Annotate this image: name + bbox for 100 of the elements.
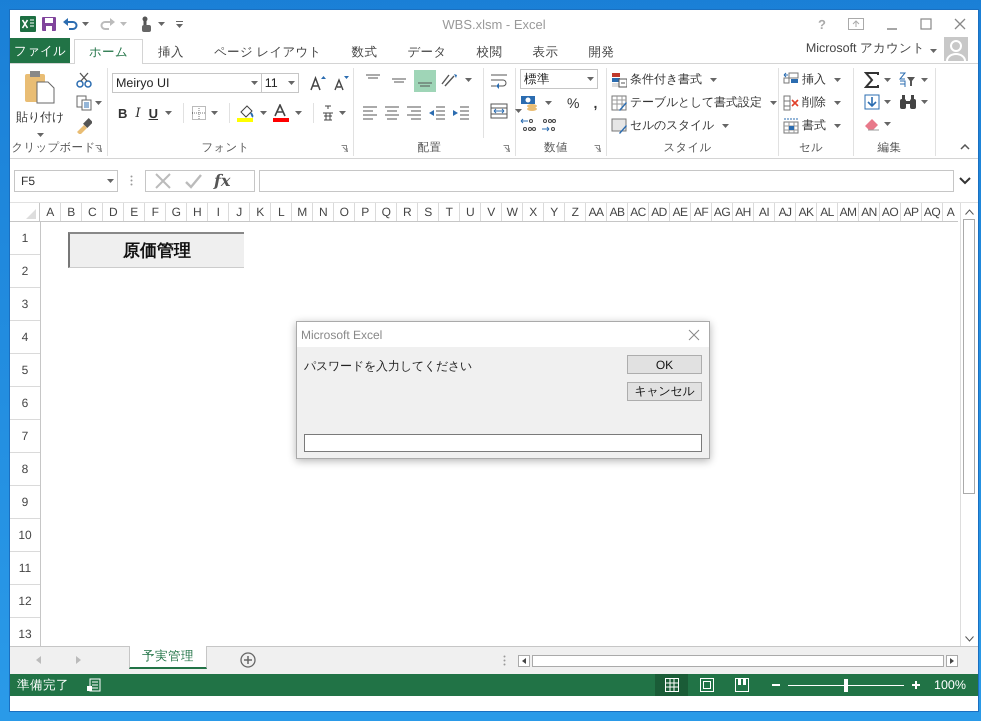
eraser-icon[interactable] <box>864 116 880 132</box>
format-cells-icon[interactable] <box>783 118 799 134</box>
row-header[interactable]: 6 <box>10 387 40 420</box>
conditional-formatting-button[interactable]: 条件付き書式 <box>611 70 774 89</box>
vertical-scrollbar[interactable] <box>960 203 977 646</box>
sheet-title-cell[interactable]: 原価管理 <box>68 232 244 268</box>
ribbon-tab[interactable]: データ <box>392 39 462 64</box>
caret-icon[interactable] <box>834 78 841 82</box>
horizontal-scrollbar[interactable] <box>518 654 958 668</box>
zoom-level[interactable]: 100% <box>934 678 966 692</box>
dialog-launcher-icon[interactable] <box>594 145 601 152</box>
caret-icon[interactable] <box>107 178 114 182</box>
close-icon[interactable] <box>954 18 966 30</box>
column-header[interactable]: I <box>208 203 229 221</box>
increase-decimal-icon[interactable] <box>520 117 536 133</box>
caret-icon[interactable] <box>36 133 44 137</box>
column-header[interactable]: O <box>334 203 355 221</box>
column-header[interactable]: AN <box>859 203 880 221</box>
save-icon[interactable] <box>41 16 57 32</box>
column-header[interactable]: W <box>502 203 523 221</box>
formula-input[interactable] <box>259 170 954 192</box>
increase-indent-icon[interactable] <box>452 104 470 120</box>
column-header[interactable]: AE <box>670 203 691 221</box>
delete-cells-icon[interactable] <box>783 94 799 110</box>
paste-button[interactable]: 貼り付け <box>16 109 64 126</box>
column-header[interactable]: AC <box>628 203 649 221</box>
column-header[interactable]: K <box>250 203 271 221</box>
column-header[interactable]: A <box>943 203 958 221</box>
normal-view-icon[interactable] <box>664 678 679 692</box>
caret-icon[interactable] <box>884 122 891 126</box>
row-header[interactable]: 4 <box>10 321 40 354</box>
dialog-launcher-icon[interactable] <box>503 145 510 152</box>
sort-filter-icon[interactable] <box>899 72 917 88</box>
column-header[interactable]: N <box>313 203 334 221</box>
row-header[interactable]: 12 <box>10 585 40 618</box>
row-header[interactable]: 5 <box>10 354 40 387</box>
column-header[interactable]: C <box>82 203 103 221</box>
underline-button[interactable]: U <box>146 106 160 120</box>
font-name-box[interactable]: Meiryo UI <box>112 73 262 93</box>
caret-icon[interactable] <box>722 124 729 128</box>
align-left-icon[interactable] <box>362 104 378 120</box>
column-header[interactable]: Q <box>376 203 397 221</box>
column-header[interactable]: AF <box>691 203 712 221</box>
caret-icon[interactable] <box>834 100 841 104</box>
caret-icon[interactable] <box>930 49 937 53</box>
bold-button[interactable]: B <box>116 106 130 120</box>
zoom-in-icon[interactable] <box>912 681 920 689</box>
cut-icon[interactable] <box>76 72 92 88</box>
column-header[interactable]: S <box>418 203 439 221</box>
column-header[interactable]: AM <box>838 203 859 221</box>
caret-icon[interactable] <box>884 100 891 104</box>
row-header[interactable]: 3 <box>10 288 40 321</box>
column-header[interactable]: B <box>61 203 82 221</box>
column-header[interactable]: R <box>397 203 418 221</box>
column-header[interactable]: AL <box>817 203 838 221</box>
ribbon-tab[interactable]: ページ レイアウト <box>199 39 336 64</box>
caret-icon[interactable] <box>288 81 295 85</box>
ribbon-tab[interactable]: 表示 <box>517 39 574 64</box>
format-button[interactable]: 書式 <box>783 116 849 135</box>
column-header[interactable]: A <box>40 203 61 221</box>
column-header[interactable]: L <box>271 203 292 221</box>
add-sheet-icon[interactable] <box>240 652 256 668</box>
decrease-decimal-icon[interactable] <box>540 117 556 133</box>
column-header[interactable]: AQ <box>922 203 943 221</box>
caret-icon[interactable] <box>164 111 172 115</box>
shrink-font-icon[interactable] <box>333 75 349 91</box>
conditional-format-icon[interactable] <box>611 72 627 88</box>
caret-icon[interactable] <box>515 109 522 113</box>
column-header[interactable]: U <box>460 203 481 221</box>
page-break-icon[interactable] <box>734 678 749 692</box>
ribbon-tab[interactable]: 校閲 <box>461 39 518 64</box>
caret-icon[interactable] <box>770 100 777 104</box>
column-header[interactable]: H <box>187 203 208 221</box>
collapse-ribbon-icon[interactable] <box>960 144 970 150</box>
copy-icon[interactable] <box>76 95 92 111</box>
caret-icon[interactable] <box>260 111 268 115</box>
caret-icon[interactable] <box>545 101 552 105</box>
row-header[interactable]: 7 <box>10 420 40 453</box>
caret-icon[interactable] <box>921 78 928 82</box>
slider-thumb[interactable] <box>844 678 848 692</box>
row-header[interactable]: 1 <box>10 222 40 255</box>
merge-center-icon[interactable] <box>490 102 508 120</box>
dialog-launcher-icon[interactable] <box>341 145 348 152</box>
caret-icon[interactable] <box>158 22 165 26</box>
row-header[interactable]: 8 <box>10 453 40 486</box>
fill-color-icon[interactable] <box>237 104 256 122</box>
phonetic-icon[interactable] <box>322 105 334 121</box>
decrease-indent-icon[interactable] <box>428 104 446 120</box>
column-header[interactable]: Y <box>544 203 565 221</box>
wrap-text-icon[interactable] <box>490 72 508 90</box>
comma-button[interactable]: , <box>593 95 598 111</box>
ribbon-tab[interactable]: 数式 <box>336 39 392 64</box>
column-header[interactable]: G <box>166 203 187 221</box>
column-header[interactable]: T <box>439 203 460 221</box>
file-tab[interactable]: ファイル <box>10 38 70 63</box>
caret-icon[interactable] <box>95 101 102 105</box>
font-color-icon[interactable] <box>272 104 290 122</box>
cell-styles-button[interactable]: セルのスタイル <box>611 116 774 135</box>
ok-button[interactable]: OK <box>627 355 702 374</box>
zoom-out-icon[interactable] <box>772 681 780 689</box>
